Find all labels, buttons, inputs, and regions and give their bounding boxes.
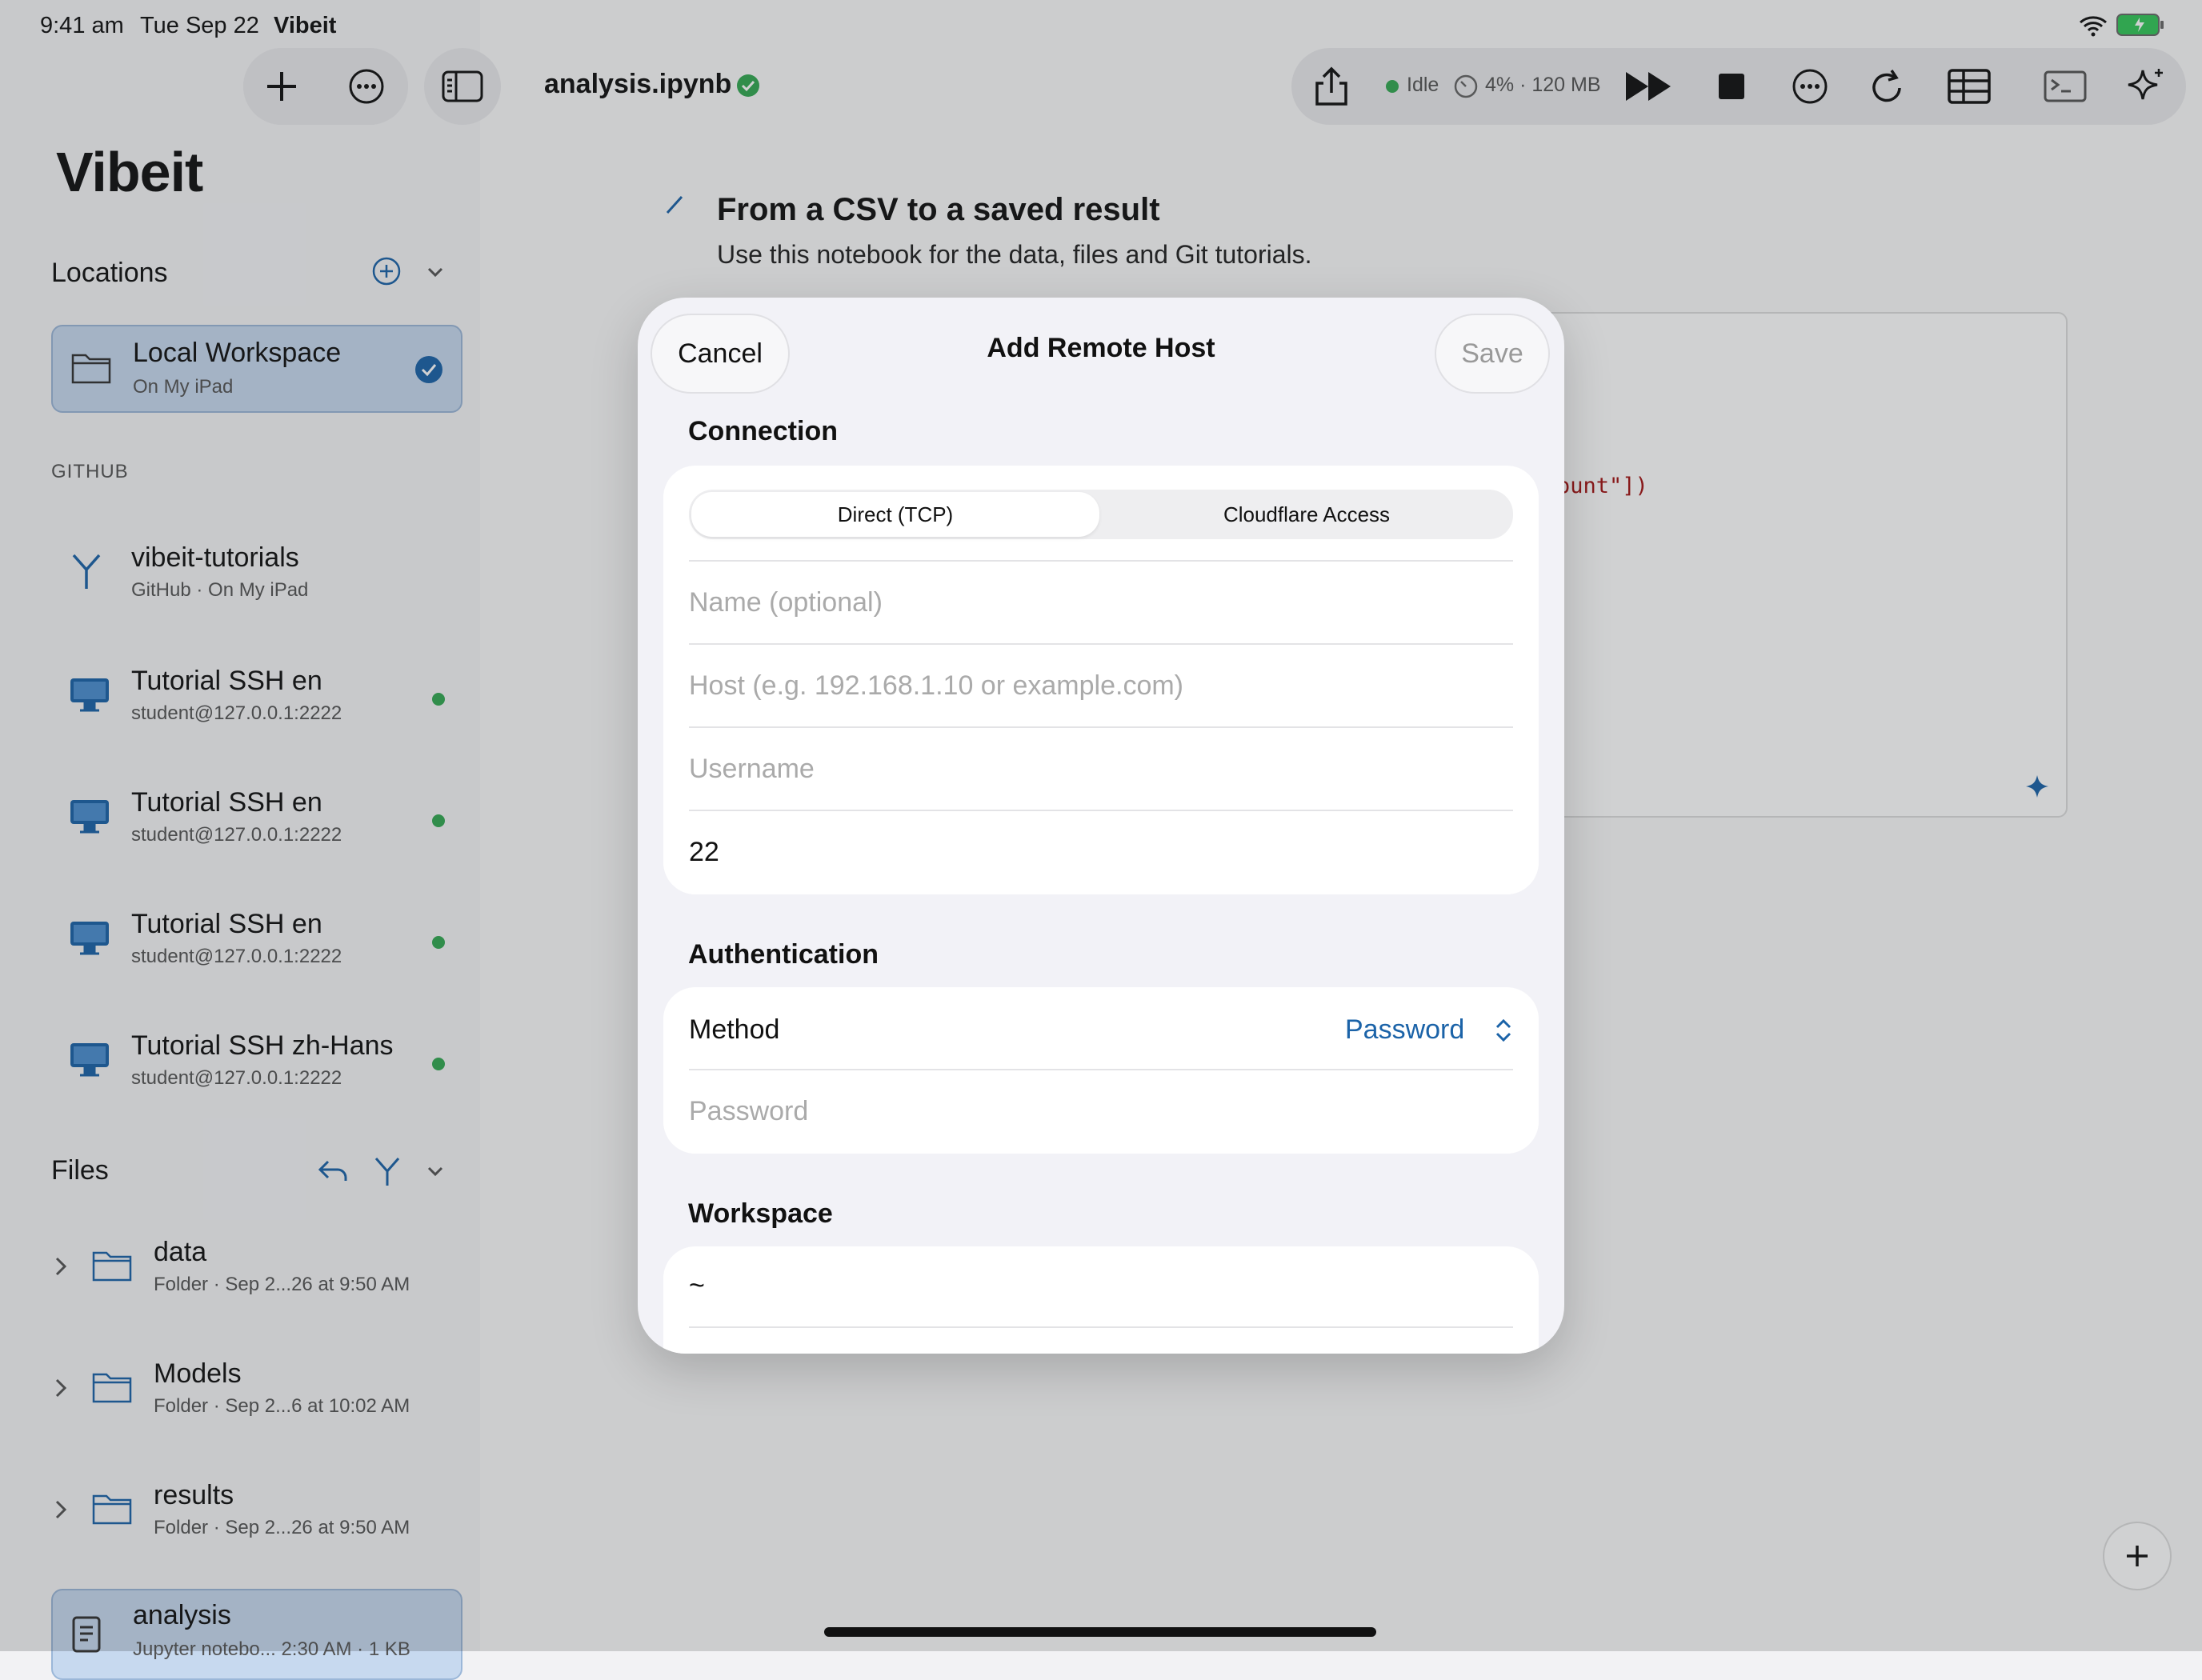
segment-direct-tcp[interactable]: Direct (TCP) [691, 492, 1099, 537]
workspace-header: Workspace [688, 1198, 833, 1229]
username-field[interactable]: Username [689, 754, 815, 785]
divider [689, 1326, 1513, 1328]
divider [689, 643, 1513, 645]
workspace-path-field[interactable]: ~ [689, 1270, 705, 1302]
authentication-header: Authentication [688, 939, 879, 970]
method-picker[interactable]: Password [1345, 1014, 1464, 1046]
divider [689, 560, 1513, 562]
authentication-card: Method Password Password [663, 987, 1539, 1154]
method-label: Method [689, 1014, 780, 1045]
divider [689, 726, 1513, 728]
host-field[interactable]: Host (e.g. 192.168.1.10 or example.com) [689, 670, 1183, 702]
connection-type-segmented: Direct (TCP) Cloudflare Access [689, 490, 1513, 539]
chevron-up-down-icon [1494, 1016, 1513, 1045]
port-field[interactable]: 22 [689, 837, 719, 868]
segment-cloudflare-access[interactable]: Cloudflare Access [1102, 492, 1511, 537]
home-indicator [824, 1627, 1376, 1637]
save-button[interactable]: Save [1435, 314, 1550, 394]
sheet-title: Add Remote Host [987, 333, 1215, 363]
workspace-card: ~ [663, 1246, 1539, 1354]
add-remote-host-sheet: Cancel Add Remote Host Save Connection D… [638, 298, 1564, 1354]
divider [689, 1069, 1513, 1070]
connection-header: Connection [688, 416, 838, 446]
name-field[interactable]: Name (optional) [689, 587, 883, 618]
password-field[interactable]: Password [689, 1096, 808, 1127]
divider [689, 810, 1513, 811]
connection-card: Direct (TCP) Cloudflare Access Name (opt… [663, 466, 1539, 894]
